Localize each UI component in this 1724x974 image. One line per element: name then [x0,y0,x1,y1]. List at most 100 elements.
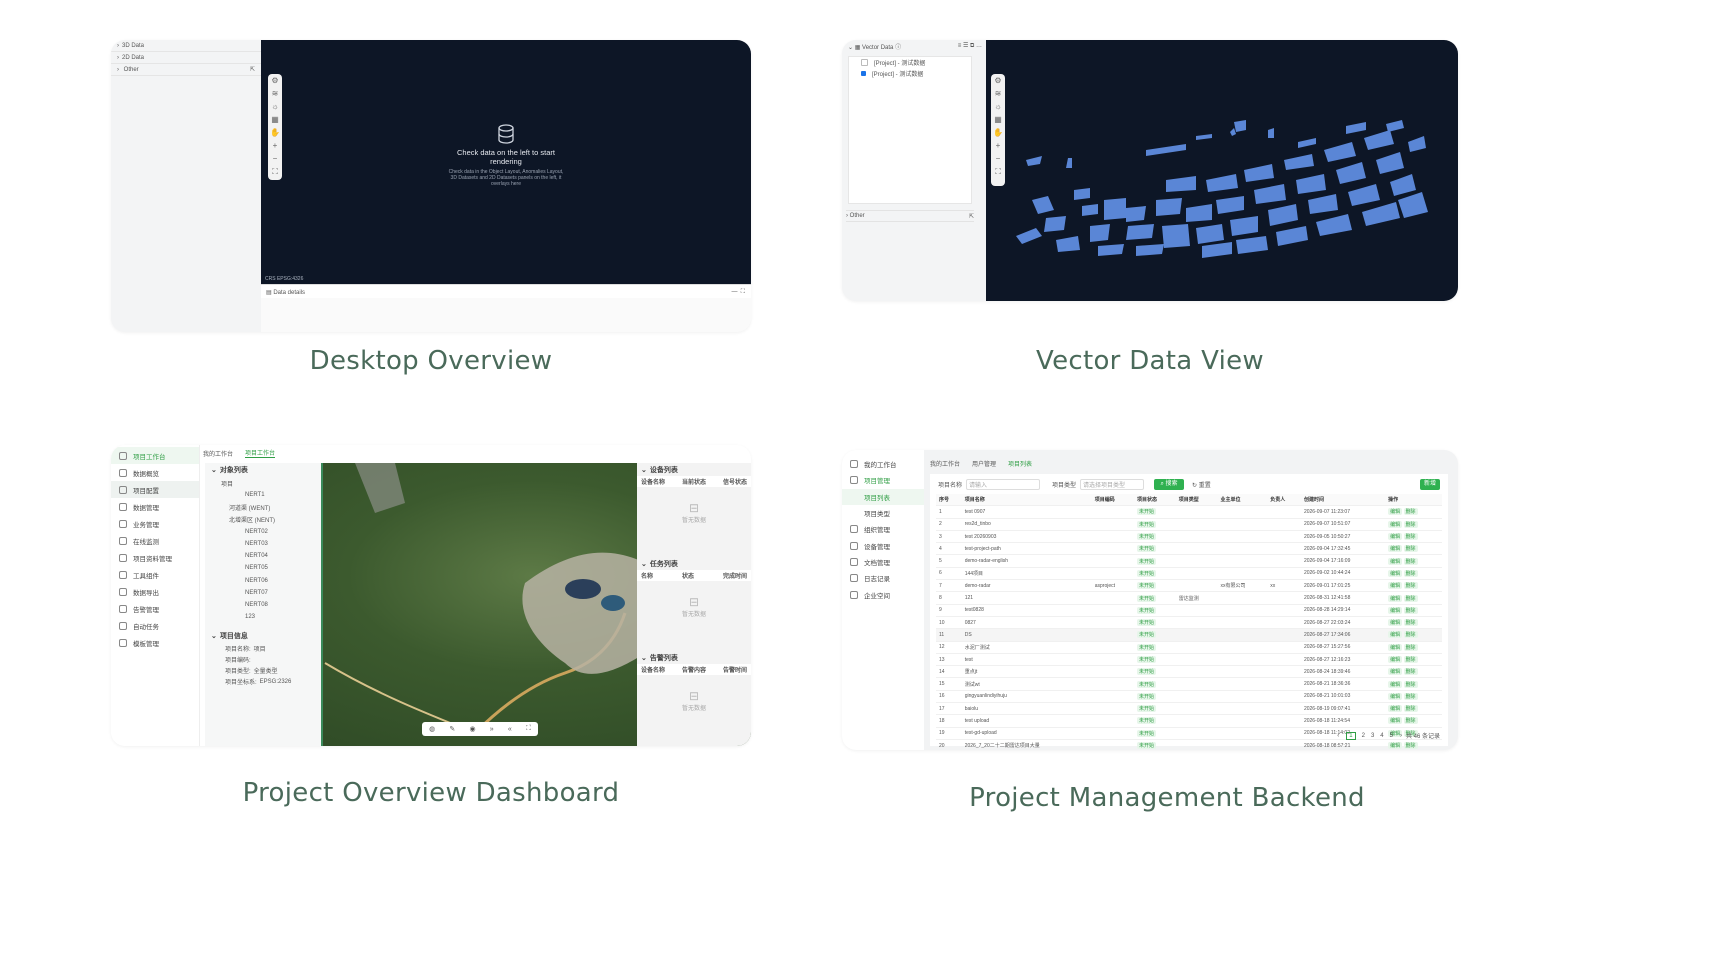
forward-icon[interactable]: » [490,726,494,733]
info-icon[interactable]: ⓘ [895,45,901,51]
prev-page-icon[interactable]: ‹ [1337,733,1339,739]
table-row[interactable]: 10 0827 未开始 2026-08-27 22:03:24 编辑 删除 [936,616,1442,630]
sidebar-item-2d-data[interactable]: › 2D Data [111,52,261,64]
settings-icon[interactable]: ⚙ [268,74,282,87]
sidebar-item[interactable]: 告警管理 [111,600,199,617]
project-name-input[interactable]: 请输入 [966,478,1041,490]
sidebar-item-3d-data[interactable]: › 3D Data [111,40,261,52]
globe-icon[interactable]: ◍ [429,725,435,733]
table-row[interactable]: 16 gingyuanlindiyihuju 未开始 2026-08-21 10:01… [936,690,1442,704]
delete-button[interactable]: 删除 [1403,705,1418,713]
sidebar-item[interactable]: 数据导出 [111,583,199,600]
object-tree-item[interactable]: NERT06 [205,575,321,587]
edit-button[interactable]: 编辑 [1388,668,1403,676]
table-row[interactable]: 6 144项目 未开始 2026-09-02 10:44:24 编辑 删除 [936,567,1442,581]
edit-button[interactable]: 编辑 [1388,520,1403,528]
pin-icon[interactable]: ⇱ [250,66,255,73]
vector-item[interactable]: [Project] - 测试数据 [849,68,971,79]
table-row[interactable]: 4 test-project-path 未开始 2026-09-04 17:32:45… [936,542,1442,556]
delete-button[interactable]: 删除 [1403,533,1418,541]
edit-button[interactable]: 编辑 [1388,742,1403,750]
delete-button[interactable]: 删除 [1403,680,1418,688]
edit-button[interactable]: 编辑 [1388,533,1403,541]
table-row[interactable]: 17 baiolu 未开始 2026-08-19 09:07:41 编辑 删除 [936,702,1442,716]
zoom-in-icon[interactable]: + [268,139,282,152]
sidebar-item[interactable]: 组织管理 [842,521,924,537]
search-button[interactable]: ⌕ 搜索 [1154,478,1185,490]
sidebar-item[interactable]: 项目配置 [111,481,199,498]
list-icon[interactable]: ☰ [963,43,968,49]
breadcrumb-item-active[interactable]: 项目列表 [1008,459,1032,468]
sidebar-item[interactable]: 项目列表 [842,488,924,505]
delete-button[interactable]: 删除 [1403,557,1418,565]
sidebar-item[interactable]: 日志记录 [842,570,924,586]
pin-icon[interactable]: ⇱ [969,213,974,220]
delete-button[interactable]: 删除 [1403,668,1418,676]
edit-button[interactable]: 编辑 [1388,619,1403,627]
table-row[interactable]: 8 121 未开始 雷达监测 2026-08-31 12:41:58 编辑 删除 [936,591,1442,605]
sidebar-item[interactable]: 设备管理 [842,537,924,553]
map-viewport[interactable]: ⚙ ≋ ☼ ▦ ✋ + − ⛶ Check data on the left t… [261,40,751,284]
page-number[interactable]: 2 [1362,733,1365,739]
table-row[interactable]: 3 test 20260903 未开始 2026-09-05 10:50:27 编辑 删… [936,530,1442,544]
object-tree-item[interactable]: NERT03 [205,538,321,550]
sidebar-item[interactable]: 文档管理 [842,554,924,570]
delete-button[interactable]: 删除 [1403,643,1418,651]
checkbox-checked[interactable] [861,71,866,76]
project-info-header[interactable]: ⌄ 项目信息 [205,629,321,643]
table-row[interactable]: 11 DS 未开始 2026-08-27 17:34:06 编辑 删除 [936,628,1442,642]
sidebar-item[interactable]: 工具组件 [111,566,199,583]
object-list-header[interactable]: ⌄ 对象列表 [205,463,321,477]
object-tree-item[interactable]: NERT02 [205,526,321,538]
page-number[interactable]: 5 [1390,733,1393,739]
chevron-down-icon[interactable]: ⌄ [848,45,853,51]
edit-button[interactable]: 编辑 [1388,582,1403,590]
sun-icon[interactable]: ☼ [268,100,282,113]
panel-header[interactable]: ⌄ 设备列表 [637,463,751,476]
eye-icon[interactable]: ◉ [469,725,475,733]
delete-button[interactable]: 删除 [1403,631,1418,639]
sidebar-item[interactable]: 项目管理 [842,472,924,488]
object-tree-item[interactable]: 北增渠区 (NENT) [205,514,321,526]
delete-button[interactable]: 删除 [1403,717,1418,725]
fullscreen-icon[interactable]: ⛶ [268,165,282,178]
delete-button[interactable]: 删除 [1403,508,1418,516]
object-tree-item[interactable]: 123 [205,611,321,623]
object-tree-item[interactable]: 项目 [205,477,321,489]
panel-header[interactable]: ⌄ 告警列表 [637,651,751,664]
reset-button[interactable]: ↻ 重置 [1192,480,1211,489]
delete-button[interactable]: 删除 [1403,569,1418,577]
object-tree-item[interactable]: 河道渠 (WENT) [205,501,321,513]
table-row[interactable]: 20 2026_7_20二十二期雷达项目大量 未开始 2026-08-18 08:57… [936,739,1442,750]
breadcrumb-item[interactable]: 我的工作台 [930,459,960,468]
table-row[interactable]: 7 demo-radar asproject 未开始 xx有限公司 xx 2026-09-0… [936,579,1442,593]
stack-icon[interactable]: ⧉ [970,43,974,49]
delete-button[interactable]: 删除 [1403,742,1418,750]
vector-other-section[interactable]: › Other ⇱ [846,210,974,222]
table-row[interactable]: 12 水泥厂测试 未开始 2026-08-27 15:27:56 编辑 删除 [936,641,1442,654]
table-row[interactable]: 5 demo-radar-english 未开始 2026-09-04 17:16:0… [936,554,1442,568]
object-tree-item[interactable]: NERT04 [205,550,321,562]
layers-icon[interactable]: ≋ [268,87,282,100]
expand-icon[interactable]: ⛶ [741,289,745,295]
more-icon[interactable]: … [976,43,982,49]
sidebar-item[interactable]: 项目类型 [842,505,924,521]
panel-header[interactable]: ⌄ 任务列表 [637,557,751,570]
vector-item[interactable]: [Project] - 测试数据 [849,57,971,68]
breadcrumb-item-active[interactable]: 项目工作台 [245,448,276,458]
sidebar-item[interactable]: 自动任务 [111,617,199,634]
sidebar-item[interactable]: 我的工作台 [842,456,924,472]
sidebar-item[interactable]: 数据管理 [111,498,199,515]
delete-button[interactable]: 删除 [1403,594,1418,602]
table-row[interactable]: 2 res2d_tinbo 未开始 2026-09-07 10:51:07 编辑 删除 [936,518,1442,531]
object-tree-item[interactable]: NERT05 [205,562,321,574]
sidebar-item-other[interactable]: › Other ⇱ [111,64,261,76]
table-row[interactable]: 18 test upload 未开始 2026-08-18 11:24:54 编辑 删除 [936,714,1442,728]
edit-button[interactable]: 编辑 [1388,508,1403,516]
delete-button[interactable]: 删除 [1403,619,1418,627]
minimize-icon[interactable]: — [731,289,737,295]
add-button[interactable]: 新增 [1420,478,1440,490]
fullscreen-icon[interactable]: ⛶ [526,725,531,733]
project-type-select[interactable]: 请选择项目类型 [1080,478,1145,490]
edit-button[interactable]: 编辑 [1388,643,1403,651]
